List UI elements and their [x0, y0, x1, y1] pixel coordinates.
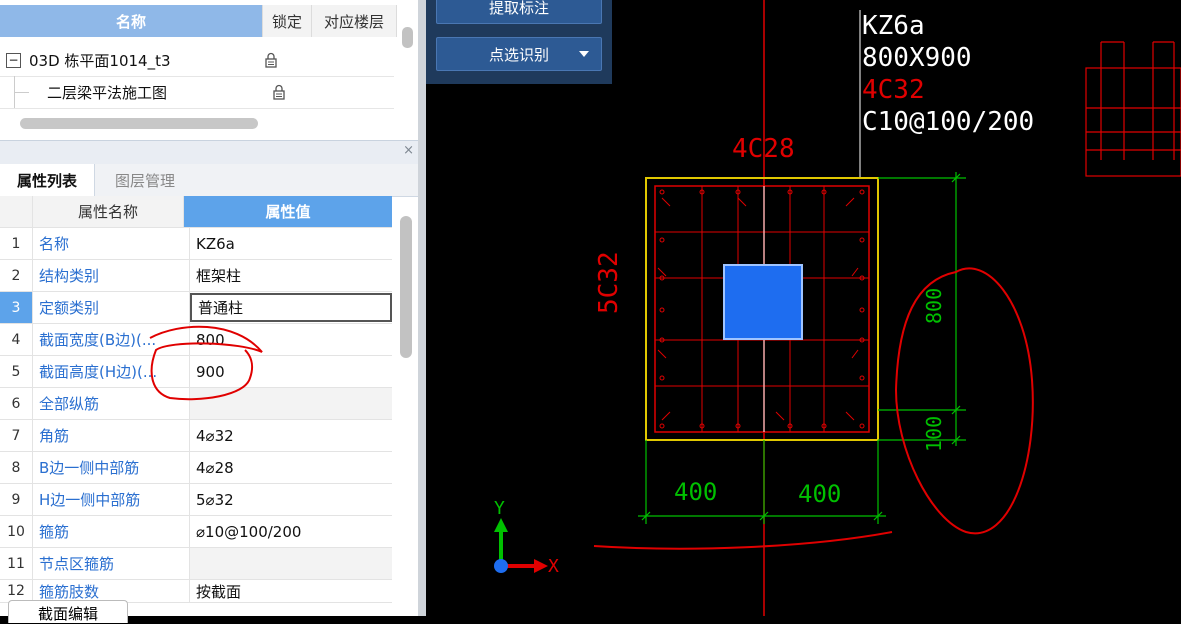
cad-canvas[interactable]: KZ6a 800X900 4C32 C10@100/200 4C28 5C32 …: [426, 0, 1181, 616]
recognition-toolbar: 提取标注 点选识别: [426, 0, 612, 84]
annotation-marks: [149, 325, 263, 401]
dim-400-left-label: 400: [674, 478, 718, 506]
annotation-name: KZ6a: [862, 11, 925, 41]
triangle-down-icon[interactable]: [579, 51, 589, 57]
column-annotation: KZ6a 800X900 4C32 C10@100/200: [862, 10, 1034, 138]
dim-800-label: 800: [922, 287, 946, 324]
annotation-stirrup: C10@100/200: [862, 107, 1035, 137]
dim-100-label: 100: [922, 415, 946, 452]
pick-recognize-label: 点选识别: [488, 45, 549, 64]
axis-x-label: X: [548, 556, 559, 577]
pick-recognize-button[interactable]: 点选识别: [436, 37, 602, 71]
splitter[interactable]: [418, 0, 426, 616]
cad-drawing: [494, 0, 1181, 616]
top-rebar-label: 4C28: [732, 134, 795, 164]
annotation-size: 800X900: [862, 43, 972, 73]
left-panel: 名称 锁定 对应楼层 − 03D 栋平面1014_t3 二层梁平法施工图 × 属…: [0, 0, 424, 623]
dim-400-right-label: 400: [798, 480, 842, 508]
axis-y-label: Y: [494, 498, 505, 519]
section-edit-button[interactable]: 截面编辑: [8, 600, 128, 623]
extract-annotation-button[interactable]: 提取标注: [436, 0, 602, 24]
side-rebar-label: 5C32: [594, 251, 624, 314]
annotation-corner-rebar: 4C32: [862, 75, 925, 105]
